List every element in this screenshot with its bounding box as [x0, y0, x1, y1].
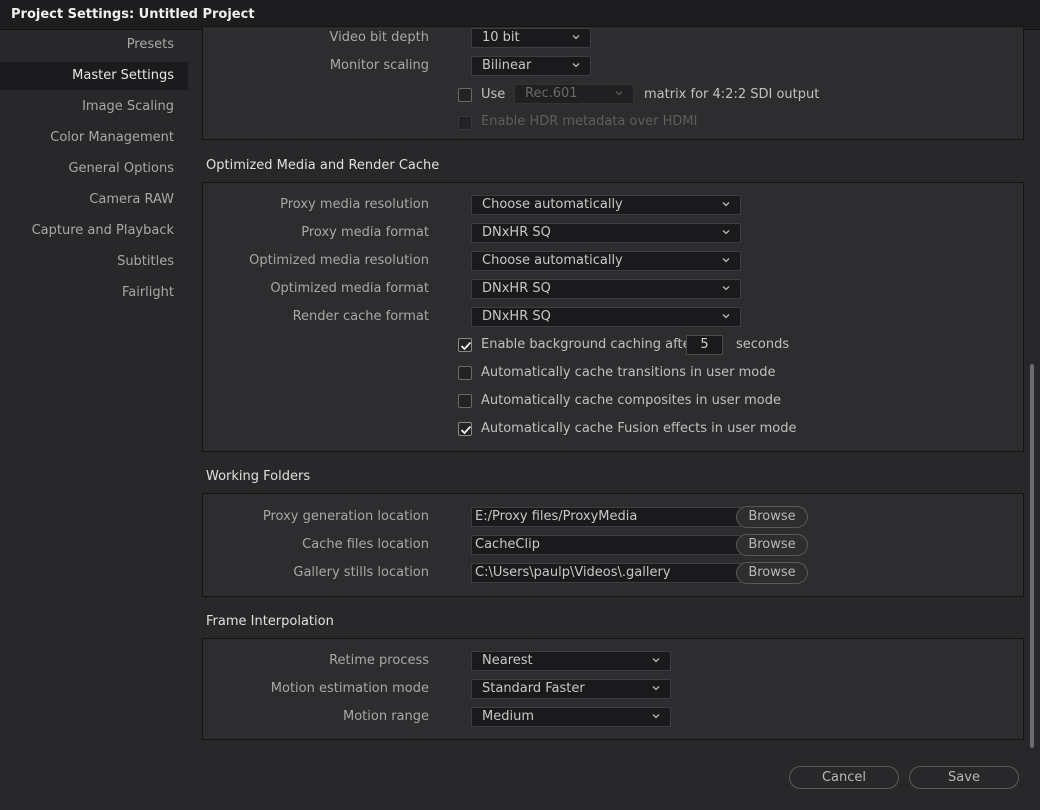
optimized-media-format-label: Optimized media format	[270, 281, 429, 296]
sidebar-item-color-management[interactable]: Color Management	[50, 124, 174, 152]
cache-transitions-label: Automatically cache transitions in user …	[481, 365, 776, 380]
working-folders-box: Proxy generation location E:/Proxy files…	[202, 493, 1024, 597]
use-matrix-prefix: Use	[481, 87, 506, 102]
sidebar-item-presets[interactable]: Presets	[127, 31, 174, 59]
chevron-down-icon	[722, 312, 730, 320]
optimized-media-resolution-label: Optimized media resolution	[249, 253, 429, 268]
render-cache-format-label: Render cache format	[292, 309, 429, 324]
window-title: Project Settings: Untitled Project	[11, 7, 255, 22]
render-cache-format-dropdown[interactable]: DNxHR SQ	[471, 307, 741, 327]
retime-process-value: Nearest	[482, 653, 533, 668]
proxy-media-resolution-dropdown[interactable]: Choose automatically	[471, 195, 741, 215]
monitor-scaling-dropdown[interactable]: Bilinear	[471, 56, 591, 76]
cache-location-input[interactable]: CacheClip	[471, 535, 741, 555]
chevron-down-icon	[615, 89, 623, 97]
sidebar-item-subtitles[interactable]: Subtitles	[117, 248, 174, 276]
gallery-location-browse-button[interactable]: Browse	[736, 562, 808, 584]
bg-caching-unit: seconds	[736, 337, 790, 352]
use-matrix-checkbox[interactable]	[458, 88, 472, 102]
gallery-location-label: Gallery stills location	[293, 565, 429, 580]
hdr-metadata-checkbox[interactable]	[458, 116, 472, 130]
proxy-location-label: Proxy generation location	[262, 509, 429, 524]
matrix-value: Rec.601	[525, 86, 578, 101]
optimized-media-resolution-dropdown[interactable]: Choose automatically	[471, 251, 741, 271]
hdr-metadata-label: Enable HDR metadata over HDMI	[481, 114, 698, 129]
bg-caching-seconds-input[interactable]: 5	[686, 335, 723, 355]
motion-range-label: Motion range	[342, 709, 429, 724]
sidebar-item-capture-and-playback[interactable]: Capture and Playback	[32, 217, 174, 245]
motion-range-dropdown[interactable]: Medium	[471, 707, 671, 727]
render-cache-format-value: DNxHR SQ	[482, 309, 551, 324]
monitor-scaling-value: Bilinear	[482, 58, 532, 73]
motion-estimation-dropdown[interactable]: Standard Faster	[471, 679, 671, 699]
optimized-media-box: Proxy media resolution Choose automatica…	[202, 182, 1024, 452]
chevron-down-icon	[572, 61, 580, 69]
optimized-media-resolution-value: Choose automatically	[482, 253, 623, 268]
sidebar-item-fairlight[interactable]: Fairlight	[122, 279, 174, 307]
sidebar-item-general-options[interactable]: General Options	[68, 155, 174, 183]
matrix-dropdown[interactable]: Rec.601	[514, 84, 634, 104]
chevron-down-icon	[652, 656, 660, 664]
chevron-down-icon	[722, 256, 730, 264]
proxy-media-format-value: DNxHR SQ	[482, 225, 551, 240]
sidebar-item-master-settings[interactable]: Master Settings	[0, 62, 188, 90]
motion-estimation-label: Motion estimation mode	[270, 681, 429, 696]
cache-transitions-checkbox[interactable]	[458, 366, 472, 380]
proxy-media-format-label: Proxy media format	[301, 225, 429, 240]
cache-composites-checkbox[interactable]	[458, 394, 472, 408]
video-bit-depth-dropdown[interactable]: 10 bit	[471, 28, 591, 48]
cache-fusion-checkbox[interactable]	[458, 422, 472, 436]
frame-interpolation-section-title: Frame Interpolation	[206, 614, 334, 629]
bg-caching-label: Enable background caching after	[481, 337, 696, 352]
settings-panel: Video bit depth 10 bit Monitor scaling B…	[188, 26, 1040, 810]
chevron-down-icon	[722, 228, 730, 236]
proxy-media-resolution-label: Proxy media resolution	[280, 197, 429, 212]
cache-location-label: Cache files location	[302, 537, 429, 552]
retime-process-label: Retime process	[329, 653, 429, 668]
chevron-down-icon	[652, 684, 660, 692]
sidebar-item-image-scaling[interactable]: Image Scaling	[82, 93, 174, 121]
optimized-media-format-value: DNxHR SQ	[482, 281, 551, 296]
motion-range-value: Medium	[482, 709, 534, 724]
video-bit-depth-value: 10 bit	[482, 30, 520, 45]
chevron-down-icon	[722, 284, 730, 292]
save-button[interactable]: Save	[909, 766, 1019, 789]
frame-interpolation-box: Retime process Nearest Motion estimation…	[202, 638, 1024, 740]
working-folders-section-title: Working Folders	[206, 469, 311, 484]
use-matrix-suffix: matrix for 4:2:2 SDI output	[644, 87, 820, 102]
sidebar: Presets Master Settings Image Scaling Co…	[0, 30, 188, 810]
proxy-location-input[interactable]: E:/Proxy files/ProxyMedia	[471, 507, 741, 527]
video-monitoring-box: Video bit depth 10 bit Monitor scaling B…	[202, 26, 1024, 140]
chevron-down-icon	[572, 33, 580, 41]
scrollbar-thumb[interactable]	[1030, 364, 1034, 748]
proxy-media-resolution-value: Choose automatically	[482, 197, 623, 212]
cache-location-browse-button[interactable]: Browse	[736, 534, 808, 556]
scrollbar[interactable]	[1028, 30, 1038, 760]
video-bit-depth-label: Video bit depth	[329, 30, 430, 45]
motion-estimation-value: Standard Faster	[482, 681, 585, 696]
cache-fusion-label: Automatically cache Fusion effects in us…	[481, 421, 797, 436]
monitor-scaling-label: Monitor scaling	[329, 58, 429, 73]
check-icon	[460, 425, 472, 435]
chevron-down-icon	[722, 200, 730, 208]
cache-composites-label: Automatically cache composites in user m…	[481, 393, 782, 408]
optimized-media-section-title: Optimized Media and Render Cache	[206, 158, 440, 173]
chevron-down-icon	[652, 712, 660, 720]
proxy-location-browse-button[interactable]: Browse	[736, 506, 808, 528]
bg-caching-checkbox[interactable]	[458, 338, 472, 352]
cancel-button[interactable]: Cancel	[789, 766, 899, 789]
gallery-location-input[interactable]: C:\Users\paulp\Videos\.gallery	[471, 563, 741, 583]
check-icon	[460, 341, 472, 351]
optimized-media-format-dropdown[interactable]: DNxHR SQ	[471, 279, 741, 299]
retime-process-dropdown[interactable]: Nearest	[471, 651, 671, 671]
proxy-media-format-dropdown[interactable]: DNxHR SQ	[471, 223, 741, 243]
sidebar-item-camera-raw[interactable]: Camera RAW	[89, 186, 174, 214]
